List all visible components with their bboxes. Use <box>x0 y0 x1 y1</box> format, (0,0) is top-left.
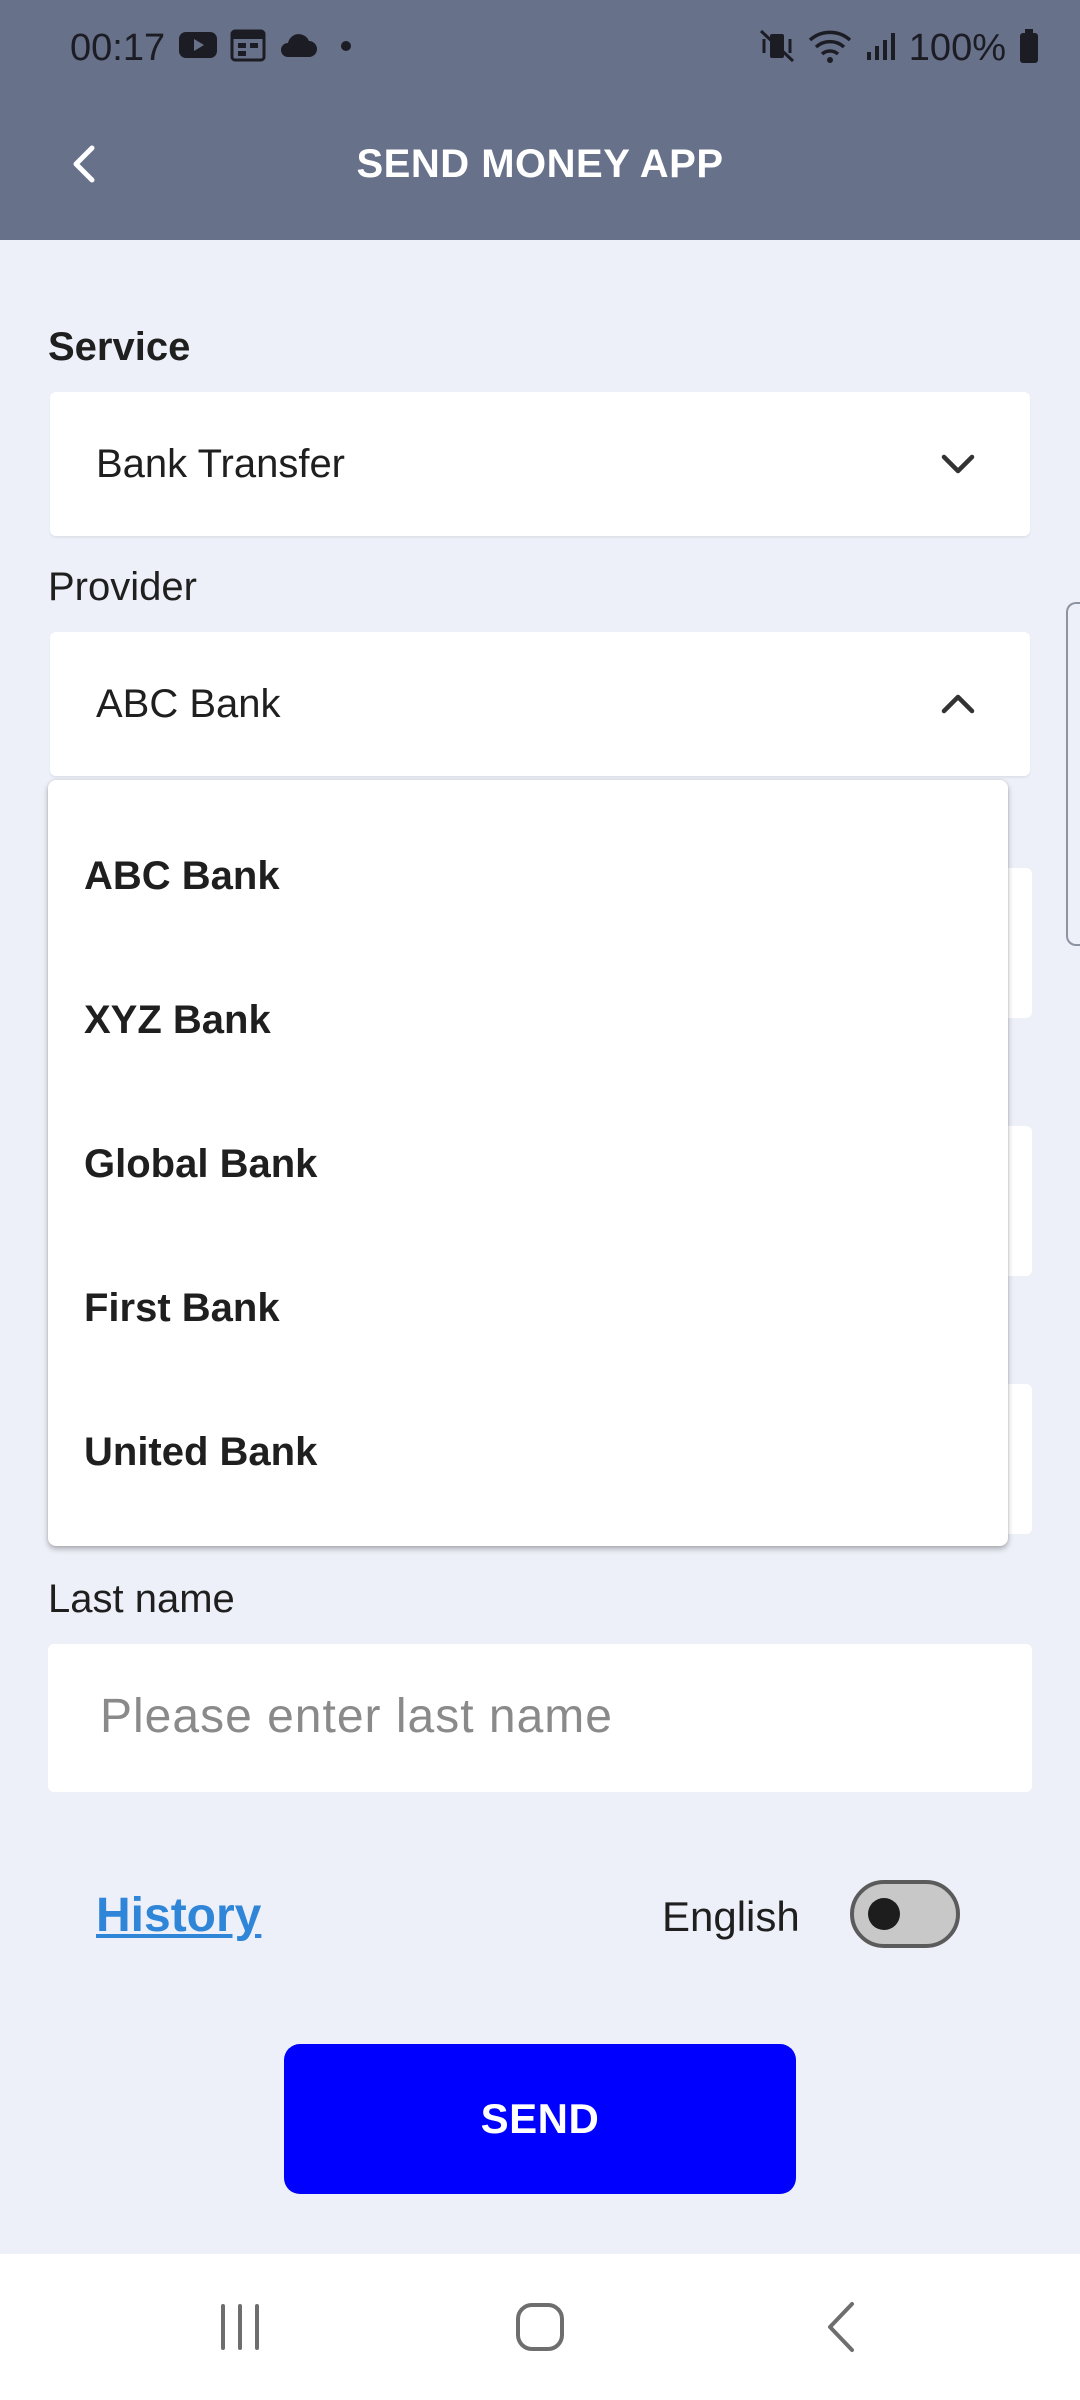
dropdown-option[interactable]: United Bank <box>84 1426 317 1478</box>
service-selected-value: Bank Transfer <box>96 442 346 486</box>
back-icon <box>822 2300 862 2359</box>
service-select[interactable]: Bank Transfer <box>50 392 1030 536</box>
dropdown-option[interactable]: ABC Bank <box>84 850 280 902</box>
wifi-icon <box>807 28 853 69</box>
status-time: 00:17 <box>70 27 166 69</box>
battery-icon <box>1018 28 1040 69</box>
provider-dropdown-menu: ABC Bank XYZ Bank Global Bank First Bank… <box>48 780 1008 1546</box>
provider-selected-value: ABC Bank <box>96 682 281 726</box>
status-system-icons: 100% <box>759 24 1040 72</box>
nav-back-button[interactable] <box>802 2294 882 2364</box>
last-name-label: Last name <box>48 1577 235 1621</box>
provider-select[interactable]: ABC Bank <box>50 632 1030 776</box>
status-notification-icons <box>178 28 352 67</box>
dropdown-option[interactable]: First Bank <box>84 1282 280 1334</box>
youtube-icon <box>178 30 218 65</box>
app-header: 00:17 100% SEND MONEY APP <box>0 0 1080 240</box>
dot-icon <box>340 39 352 57</box>
chevron-up-icon <box>936 682 980 726</box>
chevron-down-icon <box>936 442 980 486</box>
service-label: Service <box>48 325 191 369</box>
toggle-knob <box>868 1898 900 1930</box>
cloud-icon <box>278 31 318 64</box>
last-name-input[interactable] <box>100 1684 980 1748</box>
calendar-icon <box>230 28 266 67</box>
home-icon <box>515 2302 565 2357</box>
vibrate-icon <box>759 29 795 68</box>
recents-button[interactable] <box>200 2294 280 2364</box>
dropdown-option[interactable]: XYZ Bank <box>84 994 271 1046</box>
system-nav-bar <box>0 2254 1080 2400</box>
scrollbar-thumb[interactable] <box>1066 602 1080 946</box>
send-button[interactable]: SEND <box>284 2044 796 2194</box>
home-button[interactable] <box>500 2294 580 2364</box>
provider-label: Provider <box>48 565 197 609</box>
history-link[interactable]: History <box>96 1886 261 1946</box>
battery-percentage: 100% <box>908 27 1006 69</box>
last-name-field[interactable] <box>48 1644 1032 1792</box>
signal-icon <box>865 30 897 67</box>
language-toggle[interactable] <box>850 1880 960 1948</box>
page-title: SEND MONEY APP <box>356 142 724 186</box>
language-label: English <box>662 1893 800 1940</box>
recents-icon <box>215 2302 265 2357</box>
dropdown-option[interactable]: Global Bank <box>84 1138 317 1190</box>
